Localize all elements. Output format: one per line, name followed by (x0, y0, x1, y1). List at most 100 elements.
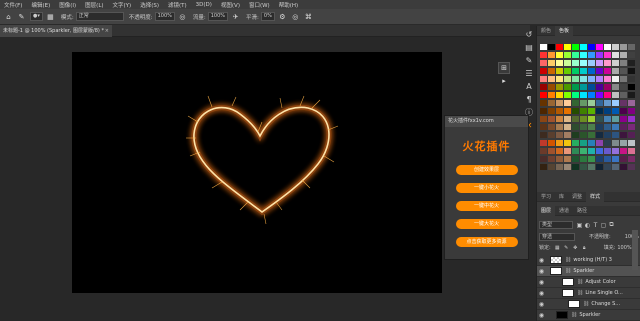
color-swatch[interactable] (596, 100, 603, 106)
color-swatch[interactable] (604, 92, 611, 98)
color-swatch[interactable] (604, 52, 611, 58)
color-swatch[interactable] (564, 156, 571, 162)
color-swatch[interactable] (620, 76, 627, 82)
color-swatch[interactable] (564, 68, 571, 74)
color-swatch[interactable] (580, 108, 587, 114)
eye-icon[interactable]: ◉ (537, 288, 546, 299)
layer-row[interactable]: ◉ ⛓ working (H/T) 3 (537, 255, 640, 266)
color-swatch[interactable] (548, 76, 555, 82)
pressure-size-icon[interactable]: ◎ (291, 12, 300, 21)
color-swatch[interactable] (572, 132, 579, 138)
tab-styles[interactable]: 样式 (586, 191, 605, 202)
color-swatch[interactable] (604, 68, 611, 74)
color-swatch[interactable] (540, 100, 547, 106)
color-swatch[interactable] (588, 68, 595, 74)
menu-view[interactable]: 视图(V) (221, 1, 240, 9)
color-swatch[interactable] (604, 108, 611, 114)
color-swatch[interactable] (548, 164, 555, 170)
color-swatch[interactable] (620, 140, 627, 146)
menu-3d[interactable]: 3D(D) (196, 2, 212, 8)
color-swatch[interactable] (612, 68, 619, 74)
menu-window[interactable]: 窗口(W) (249, 1, 270, 9)
mode-select[interactable]: 正常 (75, 12, 124, 21)
color-swatch[interactable] (572, 124, 579, 130)
color-swatch[interactable] (628, 140, 635, 146)
color-swatch[interactable] (620, 148, 627, 154)
brush-icon[interactable]: ✎ (17, 12, 26, 21)
color-swatch[interactable] (588, 148, 595, 154)
color-swatch[interactable] (540, 156, 547, 162)
close-icon[interactable]: × (105, 25, 109, 37)
color-swatch[interactable] (540, 108, 547, 114)
filter-type-icon[interactable]: T (592, 222, 599, 229)
lock-pixels-icon[interactable]: ▦ (554, 244, 561, 251)
layer-row[interactable]: ◉ ⛓ Adjust Color (537, 277, 640, 288)
color-swatch[interactable] (564, 92, 571, 98)
color-swatch[interactable] (556, 92, 563, 98)
color-swatch[interactable] (572, 116, 579, 122)
color-swatch[interactable] (556, 148, 563, 154)
color-swatch[interactable] (556, 68, 563, 74)
opacity-field[interactable]: 100% (154, 12, 175, 21)
color-swatch[interactable] (588, 116, 595, 122)
paragraph-icon[interactable]: ¶ (524, 94, 534, 104)
color-swatch[interactable] (548, 52, 555, 58)
color-swatch[interactable] (604, 84, 611, 90)
character-icon[interactable]: A (524, 81, 534, 91)
color-swatch[interactable] (620, 108, 627, 114)
color-swatch[interactable] (572, 60, 579, 66)
color-swatch[interactable] (580, 156, 587, 162)
tab-channels[interactable]: 通道 (555, 206, 573, 216)
color-swatch[interactable] (564, 108, 571, 114)
menu-select[interactable]: 选择(S) (140, 1, 159, 9)
color-swatch[interactable] (580, 92, 587, 98)
color-swatch[interactable] (620, 156, 627, 162)
eye-icon[interactable]: ◉ (537, 255, 546, 266)
color-swatch[interactable] (628, 100, 635, 106)
color-swatch[interactable] (612, 52, 619, 58)
adjust-icon[interactable]: ☰ (524, 68, 534, 78)
color-swatch[interactable] (612, 44, 619, 50)
color-swatch[interactable] (564, 44, 571, 50)
color-swatch[interactable] (588, 140, 595, 146)
create-effect-layer-button[interactable]: 创建效果层 (455, 165, 518, 175)
color-swatch[interactable] (588, 156, 595, 162)
color-swatch[interactable] (572, 108, 579, 114)
airbrush-icon[interactable]: ✈ (231, 12, 240, 21)
color-swatch[interactable] (588, 100, 595, 106)
color-swatch[interactable] (612, 124, 619, 130)
expand-icon[interactable]: ▸ (498, 77, 510, 85)
color-swatch[interactable] (540, 116, 547, 122)
color-swatch[interactable] (612, 108, 619, 114)
layer-filter-select[interactable]: 类型 (539, 221, 573, 229)
color-swatch[interactable] (612, 100, 619, 106)
color-swatch[interactable] (580, 124, 587, 130)
color-swatch[interactable] (604, 132, 611, 138)
color-swatch[interactable] (572, 100, 579, 106)
color-swatch[interactable] (604, 164, 611, 170)
color-swatch[interactable] (540, 44, 547, 50)
color-swatch[interactable] (596, 164, 603, 170)
color-swatch[interactable] (628, 164, 635, 170)
color-swatch[interactable] (572, 52, 579, 58)
color-swatch[interactable] (564, 84, 571, 90)
tab-adjustments[interactable]: 调整 (568, 192, 586, 202)
eye-icon[interactable]: ◉ (537, 299, 546, 310)
filter-adjust-icon[interactable]: ◐ (584, 222, 591, 229)
document-tab[interactable]: 未标题-1 @ 100% (Sparkler, 图层蒙版/8) * × (0, 25, 112, 37)
color-swatch[interactable] (540, 92, 547, 98)
brush-settings-icon[interactable]: ▦ (46, 12, 55, 21)
large-sparkler-button[interactable]: 一键大花火 (455, 219, 518, 229)
color-swatch[interactable] (628, 60, 635, 66)
color-swatch[interactable] (628, 92, 635, 98)
color-swatch[interactable] (548, 60, 555, 66)
layer-row[interactable]: ◉ ⛓ Sparkler (537, 266, 640, 277)
color-swatch[interactable] (540, 84, 547, 90)
lock-icon[interactable]: 🔒︎ (581, 244, 588, 251)
color-swatch[interactable] (588, 108, 595, 114)
color-swatch[interactable] (596, 84, 603, 90)
color-swatch[interactable] (588, 52, 595, 58)
color-swatch[interactable] (556, 100, 563, 106)
color-swatch[interactable] (620, 44, 627, 50)
color-swatch[interactable] (564, 164, 571, 170)
